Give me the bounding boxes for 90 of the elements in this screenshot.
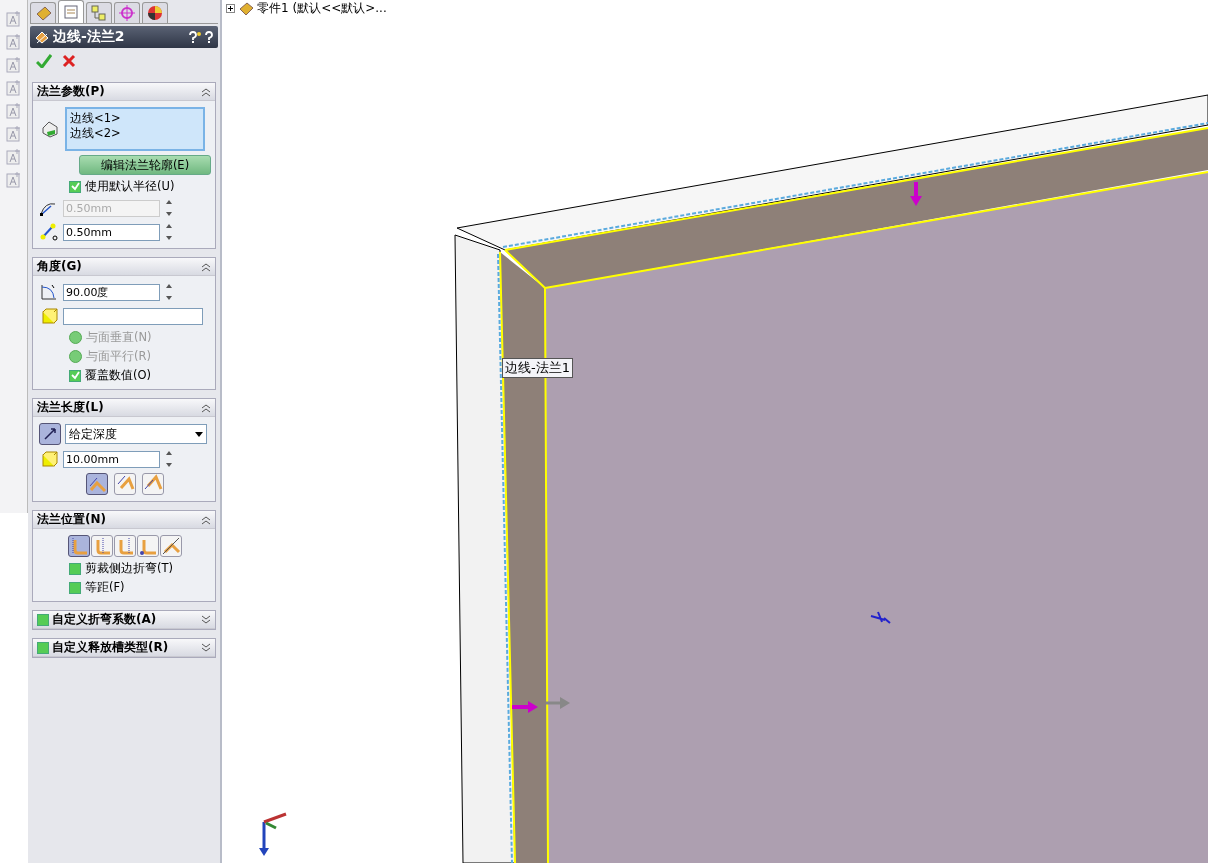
- field-icon: [39, 449, 59, 469]
- spinner-icon[interactable]: [164, 222, 174, 242]
- radio-label: 与面平行(R): [86, 349, 151, 364]
- arrow-handle[interactable]: [910, 182, 922, 206]
- section-title: 法兰长度(L): [37, 399, 105, 416]
- checkbox-label: 等距(F): [85, 580, 125, 595]
- help-icon[interactable]: [204, 30, 214, 44]
- dropdown-value: 给定深度: [69, 426, 117, 442]
- tab-icon: [118, 4, 136, 22]
- axis-triad-icon: [259, 812, 287, 856]
- checkbox[interactable]: [37, 641, 49, 654]
- section-title: 自定义释放槽类型(R): [52, 639, 170, 656]
- origin-icon: [870, 611, 891, 624]
- tool-icon[interactable]: [5, 79, 22, 97]
- dropdown-arrow-icon: [195, 431, 203, 437]
- section-header[interactable]: 自定义释放槽类型(R): [33, 639, 215, 657]
- checkbox-label: 剪裁侧边折弯(T): [85, 561, 173, 576]
- input-field[interactable]: [63, 307, 203, 325]
- tool-icon[interactable]: [5, 125, 22, 143]
- tab-icon: [34, 4, 52, 22]
- tool-icon[interactable]: [5, 56, 22, 74]
- spinner-icon[interactable]: [164, 198, 174, 218]
- cube-icon: [39, 306, 59, 326]
- bend-icon: [69, 536, 89, 556]
- spinner-icon[interactable]: [164, 282, 174, 302]
- tab-icon: [62, 3, 80, 21]
- checkbox[interactable]: [37, 613, 49, 626]
- list-entry[interactable]: 边线<1>: [70, 111, 200, 126]
- input-field[interactable]: 90.00度: [63, 283, 160, 301]
- tool-icon[interactable]: [5, 10, 22, 28]
- tool-icon[interactable]: [5, 102, 22, 120]
- dropdown[interactable]: 给定深度: [65, 424, 207, 444]
- check-icon: [70, 371, 80, 380]
- checkbox[interactable]: [69, 562, 81, 575]
- checkbox-label: 使用默认半径(U): [85, 179, 175, 194]
- input-field[interactable]: 10.00mm: [63, 450, 160, 468]
- feature-icon: [34, 29, 50, 45]
- expand-icon[interactable]: [226, 4, 235, 13]
- field-icon: [39, 282, 59, 302]
- option-button[interactable]: [160, 535, 182, 557]
- chevron-icon[interactable]: [201, 614, 211, 625]
- tab-icon: [146, 4, 164, 22]
- arrows-icon: [42, 426, 58, 442]
- option-button[interactable]: [137, 535, 159, 557]
- option-button[interactable]: [142, 473, 164, 495]
- section-header[interactable]: 法兰参数(P): [33, 83, 215, 101]
- reverse-direction-button[interactable]: [39, 423, 61, 445]
- panel-title: 边线-法兰2: [53, 28, 126, 46]
- ok-icon[interactable]: [36, 54, 52, 68]
- cancel-icon[interactable]: [62, 54, 76, 68]
- chevron-icon[interactable]: [201, 642, 211, 653]
- section-title: 法兰参数(P): [37, 83, 106, 100]
- help-icon[interactable]: [188, 30, 201, 44]
- section-title: 自定义折弯系数(A): [52, 611, 158, 628]
- chevron-icon[interactable]: [201, 86, 211, 97]
- option-button[interactable]: [68, 535, 90, 557]
- tab-icon: [90, 4, 108, 22]
- section-header[interactable]: 自定义折弯系数(A): [33, 611, 215, 629]
- section-title: 角度(G): [37, 258, 83, 275]
- tree-label: 零件1 (默认<<默认>...: [257, 0, 387, 17]
- section-header[interactable]: 法兰长度(L): [33, 399, 215, 417]
- checkbox[interactable]: [69, 180, 81, 193]
- arrow-handle[interactable]: [546, 697, 570, 709]
- bend-icon: [161, 536, 181, 556]
- section-header[interactable]: 法兰位置(N): [33, 511, 215, 529]
- spinner-icon[interactable]: [164, 449, 174, 469]
- list-entry[interactable]: 边线<2>: [70, 126, 200, 141]
- field-icon: [39, 222, 59, 242]
- section-title: 法兰位置(N): [37, 511, 107, 528]
- arrow-handle[interactable]: [512, 701, 538, 713]
- tree-item[interactable]: 零件1 (默认<<默认>...: [226, 0, 387, 17]
- tool-icon[interactable]: [5, 33, 22, 51]
- tool-icon[interactable]: [5, 171, 22, 189]
- chevron-icon[interactable]: [201, 261, 211, 272]
- checkbox[interactable]: [69, 581, 81, 594]
- chevron-icon[interactable]: [201, 514, 211, 525]
- tooltip: 边线-法兰1: [502, 358, 573, 378]
- edit-profile-button[interactable]: 编辑法兰轮廓(E): [79, 155, 211, 175]
- radio-label: 与面垂直(N): [86, 330, 152, 345]
- chevron-icon[interactable]: [201, 402, 211, 413]
- part-icon: [238, 1, 254, 16]
- section-header[interactable]: 角度(G): [33, 258, 215, 276]
- option-button[interactable]: [86, 473, 108, 495]
- selection-list[interactable]: 边线<1> 边线<2>: [65, 107, 205, 151]
- checkbox-label: 覆盖数值(O): [85, 368, 152, 383]
- checkbox[interactable]: [69, 369, 81, 382]
- check-icon: [70, 182, 80, 191]
- tool-icon[interactable]: [5, 148, 22, 166]
- input-field[interactable]: 0.50mm: [63, 223, 160, 241]
- panel-tab[interactable]: [142, 2, 168, 23]
